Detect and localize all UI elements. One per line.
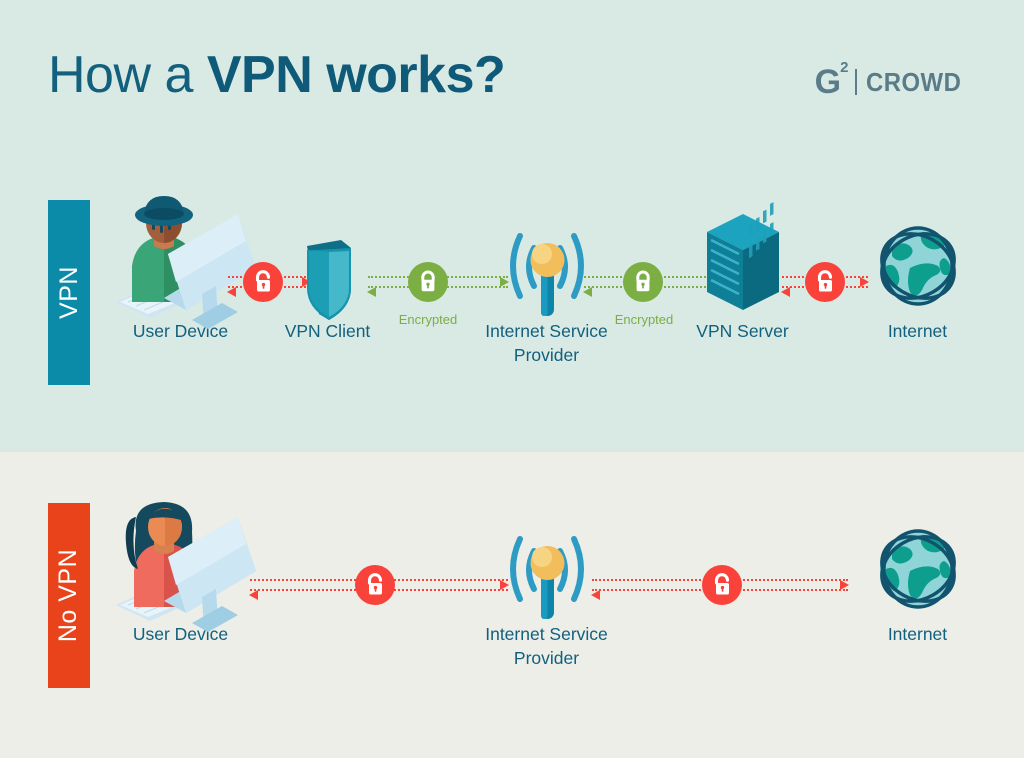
no-vpn-ribbon-label: No VPN [54,548,83,643]
open-lock-icon [817,270,833,292]
badge-open-lock-isp-internet-no-vpn [702,565,742,605]
person-at-computer-hat-icon [108,196,256,329]
title-bold-part: VPN works? [206,46,506,104]
badge-open-lock-user-isp-no-vpn [355,565,395,605]
closed-lock-icon [421,270,435,292]
arrow-left-icon [781,287,790,297]
logo-divider [855,69,858,95]
encrypted-note-1: Encrypted [398,312,458,327]
node-internet: Internet [845,200,990,344]
server-rack-icon [670,200,815,320]
open-lock-icon [367,573,383,595]
antenna-tower-icon [474,503,619,623]
badge-open-lock-server-internet [805,262,845,302]
arrow-left-icon [591,590,600,600]
g2-crowd-logo: G2 CROWD [814,60,970,102]
title-light-part: How a [48,46,207,104]
antenna-tower-icon [474,200,619,320]
globe-icon [845,200,990,320]
arrow-left-icon [227,287,236,297]
vpn-row-ribbon: VPN [48,200,90,385]
person-at-computer-icon [108,502,256,632]
arrow-left-icon [367,287,376,297]
vpn-ribbon-label: VPN [54,266,83,319]
logo-g-letter: G2 [814,60,849,101]
node-label: Internet Service Provider [485,321,608,365]
arrow-left-icon [249,590,258,600]
arrow-left-icon [583,287,592,297]
page-title: How a VPN works? [48,46,506,104]
node-internet-no-vpn: Internet [845,503,990,647]
node-label: Internet [887,321,948,341]
shield-icon [255,200,400,320]
badge-closed-lock-client-isp [408,262,448,302]
badge-closed-lock-isp-server [623,262,663,302]
node-user-device-no-vpn: User Device [108,502,256,647]
node-label: VPN Server [696,321,789,341]
no-vpn-row-ribbon: No VPN [48,503,90,688]
node-label: Internet [887,624,948,644]
logo-superscript-two: 2 [840,58,848,76]
logo-g-glyph: G [814,63,841,101]
infographic-canvas: How a VPN works? G2 CROWD VPN User Devic… [0,0,1024,758]
node-label: Internet Service Provider [485,624,608,668]
logo-wordmark: CROWD [866,66,962,97]
globe-icon [845,503,990,623]
closed-lock-icon [636,270,650,292]
open-lock-icon [714,573,730,595]
